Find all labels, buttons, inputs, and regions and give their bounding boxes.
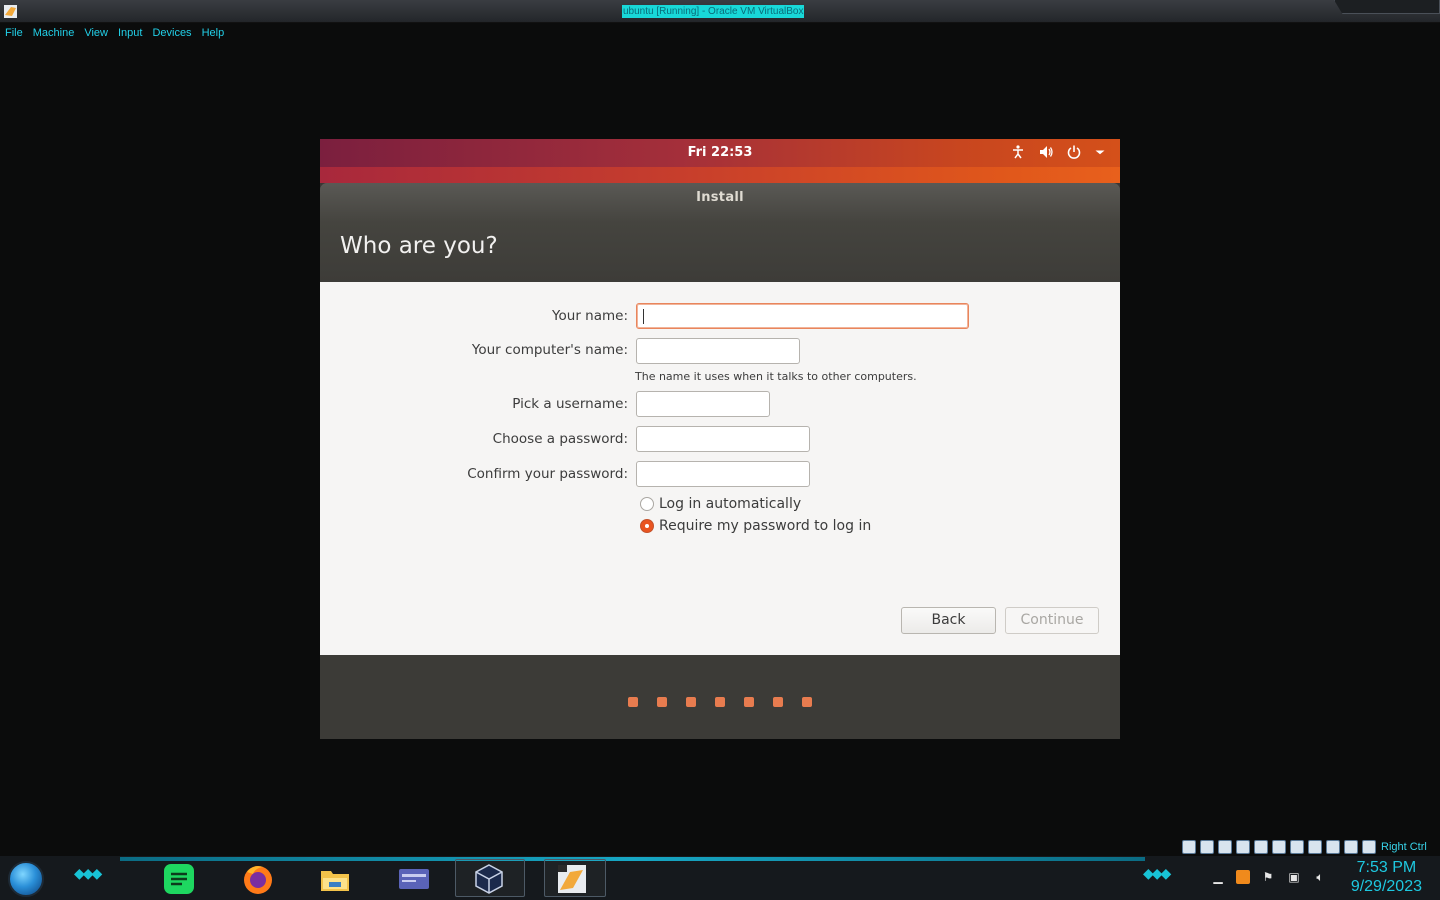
audio-icon[interactable] xyxy=(1218,840,1232,854)
progress-dot xyxy=(628,697,638,707)
require-password-option[interactable]: Require my password to log in xyxy=(640,518,871,534)
host-menubar: File Machine View Input Devices Help xyxy=(0,23,1440,43)
dropdown-arrow-icon[interactable] xyxy=(1094,144,1106,160)
file-explorer-icon[interactable] xyxy=(318,862,352,896)
progress-dot xyxy=(686,697,696,707)
progress-dot xyxy=(802,697,812,707)
install-window: Install Who are you? Your name: Your com… xyxy=(320,183,1120,739)
login-automatically-radio[interactable] xyxy=(640,497,654,511)
login-automatically-label[interactable]: Log in automatically xyxy=(659,496,801,512)
password-input[interactable] xyxy=(636,426,810,452)
flag-icon[interactable]: ⚑ xyxy=(1260,870,1276,884)
volume-icon[interactable] xyxy=(1038,144,1054,160)
app-tray-icon[interactable] xyxy=(1236,870,1250,884)
hard-disk-icon[interactable] xyxy=(1182,840,1196,854)
recording-icon[interactable] xyxy=(1308,840,1322,854)
system-tray: ▁ ⚑ ▣ 🔈︎ xyxy=(1210,870,1328,884)
keyboard-icon[interactable] xyxy=(1362,840,1376,854)
install-header: Install Who are you? xyxy=(320,183,1120,282)
install-window-title: Install xyxy=(696,190,744,205)
username-label: Pick a username: xyxy=(512,396,628,412)
spotify-icon[interactable] xyxy=(162,862,196,896)
virtualbox-vm-icon[interactable] xyxy=(555,862,589,896)
cpu-icon[interactable] xyxy=(1326,840,1340,854)
network-icon[interactable] xyxy=(1236,840,1250,854)
menu-file[interactable]: File xyxy=(0,23,28,43)
computer-name-input[interactable] xyxy=(636,338,800,364)
page-title: Who are you? xyxy=(340,233,498,259)
virtualbox-status-bar: Right Ctrl xyxy=(1182,838,1440,856)
password-label: Choose a password: xyxy=(492,431,628,447)
gnome-system-tray[interactable] xyxy=(1010,144,1106,160)
firefox-icon[interactable] xyxy=(241,862,275,896)
show-hidden-icons-icon[interactable]: ▁ xyxy=(1210,870,1226,884)
user-form: Your name: Your computer's name: The nam… xyxy=(320,282,1120,655)
accessibility-icon[interactable] xyxy=(1010,144,1026,160)
menu-help[interactable]: Help xyxy=(197,23,230,43)
username-input[interactable] xyxy=(636,391,770,417)
host-window-title: ubuntu [Running] - Oracle VM VirtualBox xyxy=(622,5,805,18)
network-status-icon[interactable]: ▣ xyxy=(1286,870,1302,884)
window-controls[interactable] xyxy=(1334,0,1440,14)
usb-icon[interactable] xyxy=(1254,840,1268,854)
computer-name-hint: The name it uses when it talks to other … xyxy=(635,370,917,383)
progress-dot xyxy=(744,697,754,707)
vm-display[interactable]: Fri 22:53 Install Who are you? Your name… xyxy=(320,139,1120,739)
your-name-input[interactable] xyxy=(636,303,969,329)
taskbar-accent-line xyxy=(120,857,1145,861)
your-name-label: Your name: xyxy=(552,308,628,324)
confirm-password-input[interactable] xyxy=(636,461,810,487)
optical-drive-icon[interactable] xyxy=(1200,840,1214,854)
decorative-chevrons-icon: ◆◆◆ xyxy=(1143,866,1171,882)
display-icon[interactable] xyxy=(1290,840,1304,854)
power-icon[interactable] xyxy=(1066,144,1082,160)
shared-folders-icon[interactable] xyxy=(1272,840,1286,854)
speaker-icon[interactable]: 🔈︎ xyxy=(1312,870,1328,884)
install-progress-dots xyxy=(320,697,1120,707)
menu-input[interactable]: Input xyxy=(113,23,147,43)
menu-devices[interactable]: Devices xyxy=(147,23,196,43)
back-button[interactable]: Back xyxy=(901,607,996,634)
progress-dot xyxy=(773,697,783,707)
system-clock[interactable]: 7:53 PM 9/29/2023 xyxy=(1351,859,1422,897)
require-password-radio[interactable] xyxy=(640,519,654,533)
text-caret xyxy=(643,309,644,324)
gnome-top-bar: Fri 22:53 xyxy=(320,139,1120,167)
clock-date: 9/29/2023 xyxy=(1350,878,1422,895)
continue-button[interactable]: Continue xyxy=(1005,607,1099,634)
gnome-clock[interactable]: Fri 22:53 xyxy=(320,145,1120,160)
confirm-password-label: Confirm your password: xyxy=(467,466,628,482)
menu-machine[interactable]: Machine xyxy=(28,23,80,43)
menu-view[interactable]: View xyxy=(79,23,113,43)
start-button[interactable] xyxy=(8,861,44,897)
clock-time: 7:53 PM xyxy=(1356,859,1417,876)
progress-dot xyxy=(715,697,725,707)
host-key-label: Right Ctrl xyxy=(1381,841,1427,853)
login-automatically-option[interactable]: Log in automatically xyxy=(640,496,801,512)
decorative-chevrons-icon: ◆◆◆ xyxy=(74,866,102,882)
virtualbox-icon[interactable] xyxy=(472,862,506,896)
virtualbox-app-icon[interactable] xyxy=(3,4,18,19)
host-titlebar: ubuntu [Running] - Oracle VM VirtualBox xyxy=(0,0,1440,23)
browser-window-icon[interactable] xyxy=(397,862,431,896)
mouse-integration-icon[interactable] xyxy=(1344,840,1358,854)
progress-dot xyxy=(657,697,667,707)
require-password-label[interactable]: Require my password to log in xyxy=(659,518,871,534)
computer-name-label: Your computer's name: xyxy=(471,342,628,358)
desktop-wallpaper-strip xyxy=(320,167,1120,183)
